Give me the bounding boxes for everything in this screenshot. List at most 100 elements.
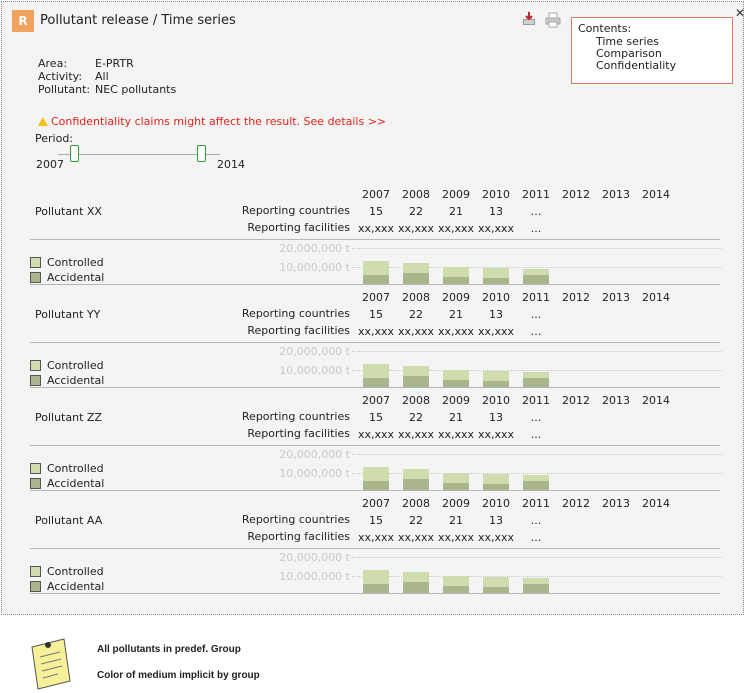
- chart-bar: [363, 570, 389, 593]
- countries-value: 15: [369, 514, 383, 527]
- bar-segment-accidental: [443, 586, 469, 593]
- print-icon[interactable]: [545, 12, 561, 28]
- note-text-2: Color of medium implicit by group: [97, 670, 260, 681]
- countries-value: 22: [409, 308, 423, 321]
- axis-label-mid: 10,000,000 t: [279, 261, 350, 274]
- sticky-note-icon: [31, 638, 71, 690]
- chart-bar: [403, 366, 429, 387]
- reporting-facilities-label: Reporting facilities: [247, 221, 350, 234]
- year-header: 2012: [562, 188, 590, 201]
- countries-value: 22: [409, 411, 423, 424]
- legend-swatch-accidental: [30, 375, 41, 386]
- year-header: 2007: [362, 291, 390, 304]
- bar-segment-controlled: [443, 576, 469, 586]
- facilities-value: xx,xxx: [477, 222, 515, 235]
- year-header: 2012: [562, 394, 590, 407]
- confidentiality-warning[interactable]: Confidentiality claims might affect the …: [38, 115, 386, 128]
- bar-segment-controlled: [363, 261, 389, 275]
- bar-segment-accidental: [523, 275, 549, 284]
- legend-accidental[interactable]: Accidental: [30, 477, 104, 490]
- legend-swatch-accidental: [30, 581, 41, 592]
- axis-label-high: 20,000,000 t: [279, 345, 350, 358]
- bar-segment-accidental: [523, 584, 549, 593]
- chart-bar: [483, 474, 509, 490]
- countries-value: 21: [449, 514, 463, 527]
- page-title: Pollutant release / Time series: [40, 13, 236, 28]
- bar-segment-accidental: [363, 584, 389, 593]
- legend-controlled[interactable]: Controlled: [30, 359, 104, 372]
- bar-segment-controlled: [483, 577, 509, 587]
- reporting-facilities-label: Reporting facilities: [247, 427, 350, 440]
- bar-segment-accidental: [443, 380, 469, 387]
- year-header: 2012: [562, 291, 590, 304]
- pollutant-label: Pollutant:: [38, 83, 91, 96]
- area-label: Area:: [38, 57, 68, 70]
- period-slider-start-handle[interactable]: [70, 145, 79, 162]
- year-header: 2013: [602, 497, 630, 510]
- close-icon[interactable]: ✕: [733, 6, 747, 20]
- countries-value: 15: [369, 205, 383, 218]
- reporting-facilities-label: Reporting facilities: [247, 530, 350, 543]
- legend-controlled[interactable]: Controlled: [30, 462, 104, 475]
- contents-link-confidentiality[interactable]: Confidentiality: [578, 60, 732, 72]
- year-header: 2011: [522, 188, 550, 201]
- legend-swatch-controlled: [30, 360, 41, 371]
- chart-bar: [363, 364, 389, 387]
- legend-accidental[interactable]: Accidental: [30, 271, 104, 284]
- period-to: 2014: [217, 158, 245, 171]
- legend-swatch-accidental: [30, 478, 41, 489]
- year-header: 2009: [442, 291, 470, 304]
- bar-segment-accidental: [403, 273, 429, 284]
- year-header: 2014: [642, 291, 670, 304]
- period-slider-track[interactable]: [58, 154, 220, 155]
- contents-box: Contents: Time series Comparison Confide…: [571, 17, 733, 84]
- divider: [30, 445, 720, 446]
- period-slider-end-handle[interactable]: [197, 145, 206, 162]
- divider: [30, 342, 720, 343]
- divider: [30, 387, 720, 388]
- facilities-value: xx,xxx: [437, 325, 475, 338]
- facilities-value: xx,xxx: [477, 428, 515, 441]
- year-header: 2013: [602, 291, 630, 304]
- countries-value: ...: [530, 308, 542, 321]
- legend-swatch-controlled: [30, 463, 41, 474]
- pollutant-name: Pollutant YY: [35, 308, 101, 321]
- axis-label-mid: 10,000,000 t: [279, 570, 350, 583]
- legend-accidental[interactable]: Accidental: [30, 374, 104, 387]
- pollutant-block: 2007 2008 2009 2010 2011 2012 2013 2014 Pollutan…: [2, 392, 745, 492]
- year-header: 2008: [402, 394, 430, 407]
- pollutant-value: NEC pollutants: [95, 83, 177, 96]
- area-value: E-PRTR: [95, 57, 134, 70]
- year-header: 2011: [522, 394, 550, 407]
- bar-segment-controlled: [483, 474, 509, 484]
- legend-controlled[interactable]: Controlled: [30, 256, 104, 269]
- reporting-countries-label: Reporting countries: [241, 307, 350, 320]
- facilities-value: xx,xxx: [397, 325, 435, 338]
- facilities-value: xx,xxx: [357, 531, 395, 544]
- divider: [30, 593, 720, 594]
- countries-value: 21: [449, 205, 463, 218]
- pdf-icon[interactable]: [521, 11, 537, 27]
- bar-segment-accidental: [363, 275, 389, 284]
- chart-bar: [443, 576, 469, 593]
- year-header: 2010: [482, 497, 510, 510]
- filter-summary: Area: E-PRTR Activity: All Pollutant: NEC p…: [38, 57, 176, 96]
- legend-controlled[interactable]: Controlled: [30, 565, 104, 578]
- bar-segment-accidental: [403, 479, 429, 490]
- warning-text[interactable]: Confidentiality claims might affect the …: [51, 115, 386, 128]
- facilities-value: xx,xxx: [437, 428, 475, 441]
- bar-segment-accidental: [443, 483, 469, 490]
- bar-segment-controlled: [403, 469, 429, 479]
- chart-bar: [483, 268, 509, 284]
- pollutant-name: Pollutant XX: [35, 205, 102, 218]
- warning-icon: [38, 117, 48, 126]
- legend-swatch-controlled: [30, 566, 41, 577]
- chart-bar: [443, 473, 469, 490]
- bar-segment-accidental: [443, 277, 469, 284]
- divider: [30, 490, 720, 491]
- bar-segment-controlled: [483, 371, 509, 381]
- facilities-value: xx,xxx: [357, 428, 395, 441]
- legend-accidental[interactable]: Accidental: [30, 580, 104, 593]
- pollutant-name: Pollutant ZZ: [35, 411, 102, 424]
- countries-value: 13: [489, 514, 503, 527]
